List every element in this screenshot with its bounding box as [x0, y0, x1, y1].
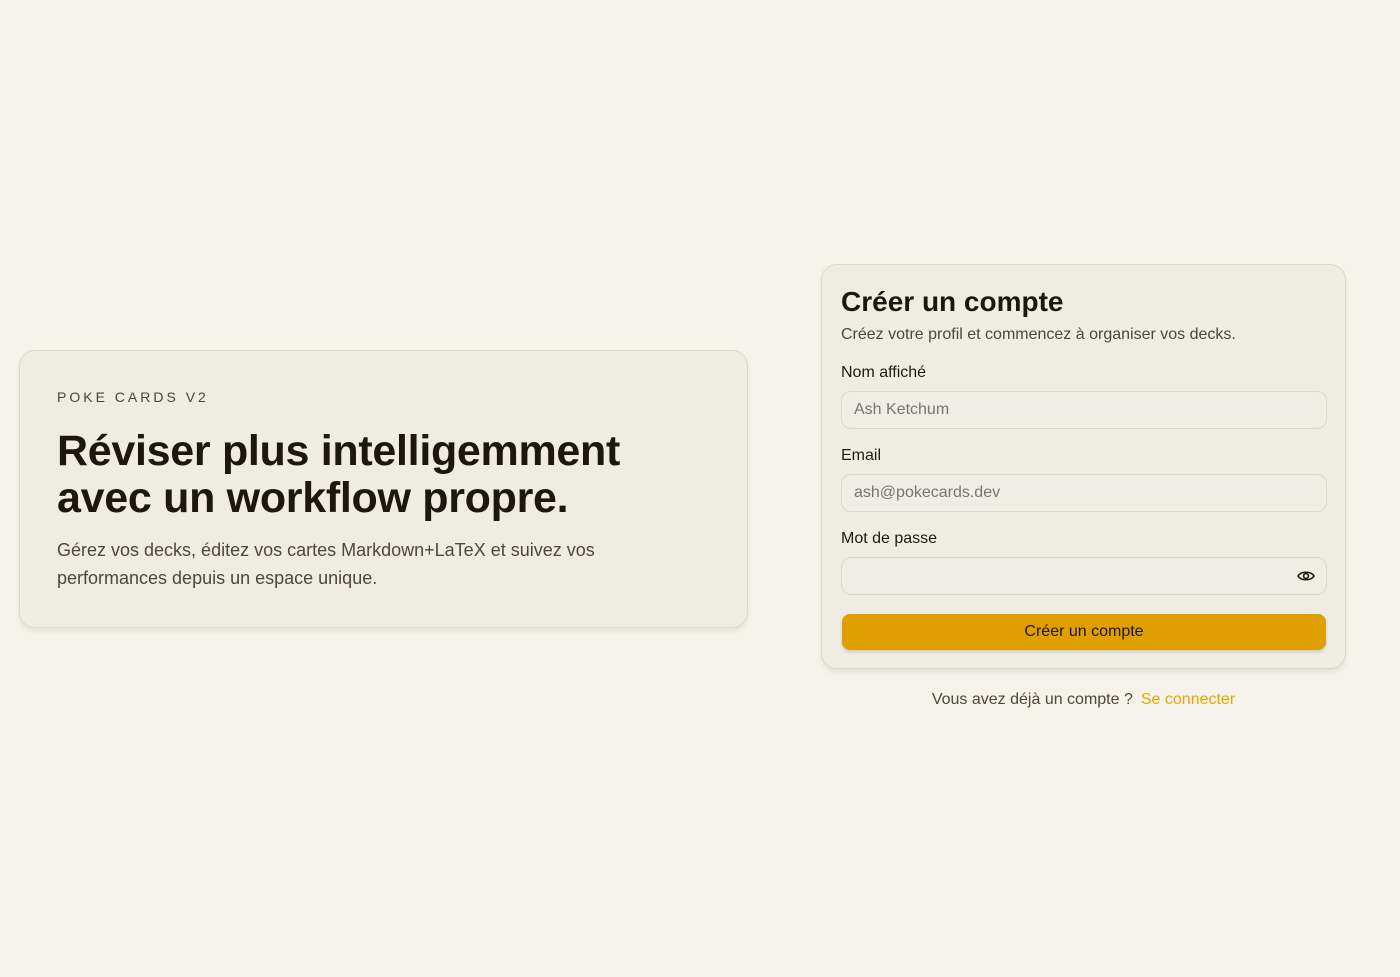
- password-label: Mot de passe: [841, 530, 938, 547]
- login-prompt: Vous avez déjà un compte ? Se connecter: [821, 689, 1346, 711]
- display-name-input[interactable]: [841, 391, 1327, 429]
- form-subtitle: Créez votre profil et commencez à organi…: [841, 326, 1236, 343]
- login-prompt-text: Vous avez déjà un compte ?: [931, 691, 1133, 708]
- hero-title: Réviser plus intelligemment avec un work…: [57, 427, 621, 522]
- form-title: Créer un compte: [841, 286, 1064, 317]
- eye-icon[interactable]: [1295, 566, 1317, 586]
- email-label: Email: [841, 447, 882, 464]
- password-field: [841, 557, 1327, 595]
- hero-card: POKE CARDS V2 Réviser plus intelligemmen…: [19, 350, 748, 628]
- signup-form: Créer un compte Créez votre profil et co…: [821, 264, 1346, 669]
- password-input[interactable]: [841, 557, 1327, 595]
- hero-description: Gérez vos decks, éditez vos cartes Markd…: [57, 540, 595, 588]
- create-account-button[interactable]: Créer un compte: [842, 614, 1326, 650]
- brand-eyebrow: POKE CARDS V2: [57, 389, 209, 405]
- display-name-label: Nom affiché: [841, 364, 927, 381]
- email-input[interactable]: [841, 474, 1327, 512]
- login-link[interactable]: Se connecter: [1141, 691, 1235, 708]
